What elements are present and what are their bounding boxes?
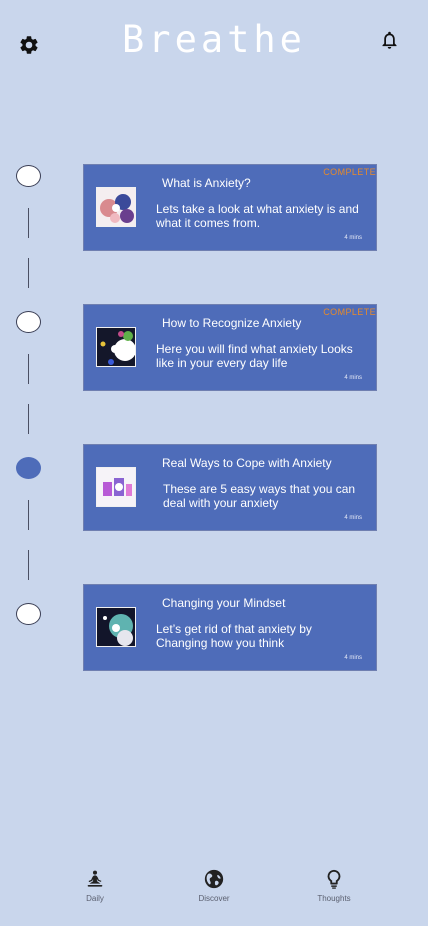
lesson-duration: 4 mins (344, 515, 362, 521)
timeline-node-current (16, 457, 41, 479)
nav-item-discover[interactable]: Discover (174, 860, 254, 903)
lesson-thumbnail (96, 327, 136, 367)
lesson-duration: 4 mins (344, 375, 362, 381)
lesson-title: Changing your Mindset (162, 596, 286, 610)
timeline-connector (28, 500, 29, 530)
nav-label: Thoughts (317, 894, 351, 903)
lesson-description: Here you will find what anxiety Looks li… (156, 342, 353, 370)
lesson-thumbnail (96, 467, 136, 507)
bottom-nav: Daily Discover Thoughts (0, 860, 428, 926)
lesson-duration: 4 mins (344, 235, 362, 241)
nav-item-thoughts[interactable]: Thoughts (294, 860, 374, 903)
lesson-description: These are 5 easy ways that you can deal … (163, 482, 356, 510)
lesson-title: Real Ways to Cope with Anxiety (162, 456, 332, 470)
complete-badge: COMPLETE (323, 167, 376, 177)
lesson-title: What is Anxiety? (162, 176, 251, 190)
timeline-connector (28, 354, 29, 384)
lesson-card[interactable]: How to Recognize Anxiety Here you will f… (83, 304, 377, 391)
app-title: Breathe (122, 18, 306, 61)
lesson-duration: 4 mins (344, 655, 362, 661)
lesson-description: Let’s get rid of that anxiety by Changin… (156, 622, 312, 650)
timeline-node-completed (16, 311, 41, 333)
nav-label: Discover (198, 894, 230, 903)
lesson-thumbnail (96, 187, 136, 227)
lesson-description: Lets take a look at what anxiety is and … (156, 202, 359, 230)
lesson-title: How to Recognize Anxiety (162, 316, 302, 330)
globe-icon (204, 869, 224, 889)
nav-label: Daily (86, 894, 104, 903)
complete-badge: COMPLETE (323, 307, 376, 317)
bell-icon (382, 31, 397, 49)
timeline-connector (28, 550, 29, 580)
timeline-connector (28, 208, 29, 238)
notifications-button[interactable] (379, 29, 400, 51)
header: Breathe (0, 0, 428, 90)
nav-item-daily[interactable]: Daily (55, 860, 135, 903)
lesson-thumbnail (96, 607, 136, 647)
lesson-card[interactable]: Changing your Mindset Let’s get rid of t… (83, 584, 377, 671)
timeline-node-upcoming (16, 603, 41, 625)
timeline-connector (28, 404, 29, 434)
meditation-icon (87, 870, 103, 887)
lightbulb-icon (327, 869, 341, 889)
lesson-card[interactable]: Real Ways to Cope with Anxiety These are… (83, 444, 377, 531)
timeline-connector (28, 258, 29, 288)
lesson-card[interactable]: What is Anxiety? Lets take a look at wha… (83, 164, 377, 251)
timeline-node-completed (16, 165, 41, 187)
